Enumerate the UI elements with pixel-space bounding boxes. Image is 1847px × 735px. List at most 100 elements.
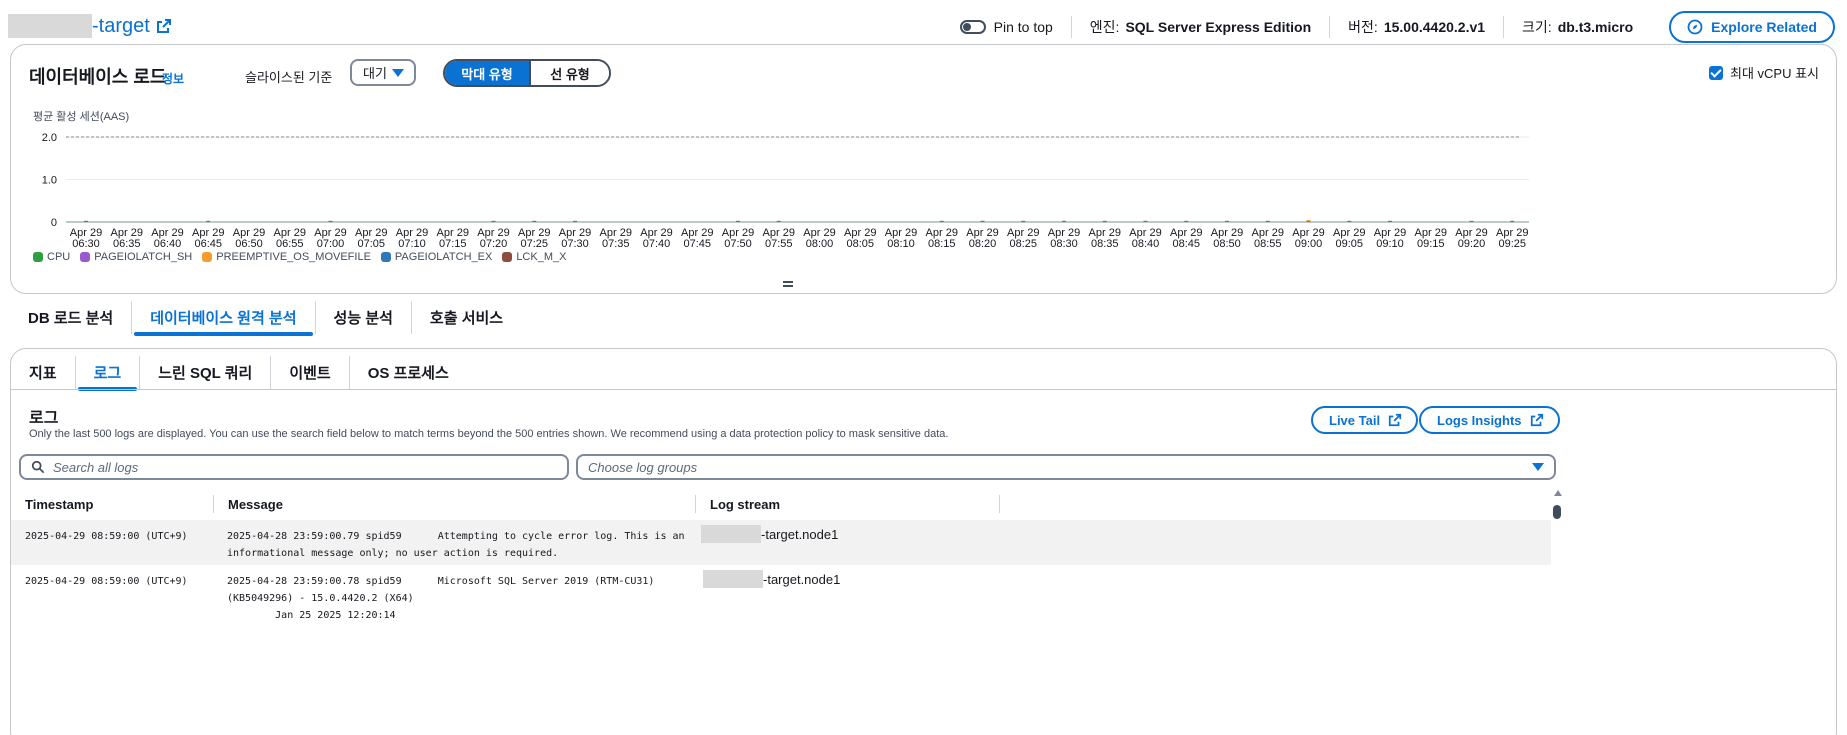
x-tick-label-time: 07:15 xyxy=(439,238,467,250)
instance-title[interactable]: -target xyxy=(8,14,172,38)
redacted-stream-prefix xyxy=(701,525,761,543)
legend-item[interactable]: LCK_M_X xyxy=(502,251,566,263)
x-tick-label-time: 07:20 xyxy=(480,238,508,250)
legend-item[interactable]: PAGEIOLATCH_EX xyxy=(380,251,493,263)
legend-item[interactable]: PREEMPTIVE_OS_MOVEFILE xyxy=(202,251,371,263)
x-tick-label-time: 07:10 xyxy=(398,238,426,250)
legend-label: PAGEIOLATCH_EX xyxy=(394,251,493,263)
x-tick-label-time: 07:50 xyxy=(724,238,752,250)
bar-segment xyxy=(1021,220,1026,222)
legend-item[interactable]: PAGEIOLATCH_SH xyxy=(80,251,192,263)
size-label: 크기: xyxy=(1522,19,1552,35)
bar-segment xyxy=(532,220,537,222)
bar-segment xyxy=(1347,220,1352,222)
search-placeholder: Search all logs xyxy=(53,459,139,475)
x-tick-label-time: 06:45 xyxy=(194,238,222,250)
log-groups-select[interactable]: Choose log groups xyxy=(576,454,1556,480)
tab-slow-sql[interactable]: 느린 SQL 쿼리 xyxy=(139,355,270,389)
tab-logs[interactable]: 로그 xyxy=(74,355,140,391)
tab-db-load-analysis[interactable]: DB 로드 분석 xyxy=(10,301,131,334)
telemetry-tabs: 지표 로그 느린 SQL 쿼리 이벤트 OS 프로세스 xyxy=(11,355,467,391)
instance-title-link[interactable]: -target xyxy=(92,15,172,38)
db-load-chart: 2.01.00Apr 2906:30Apr 2906:35Apr 2906:40… xyxy=(42,132,1529,250)
x-tick-label-time: 07:40 xyxy=(643,238,671,250)
bar-segment xyxy=(491,220,496,222)
x-tick-label-time: 07:35 xyxy=(602,238,630,250)
log-groups-placeholder: Choose log groups xyxy=(588,459,698,475)
bar-segment xyxy=(1306,219,1311,222)
logs-section: 로그 Only the last 500 logs are displayed.… xyxy=(11,389,1836,735)
explore-related-button[interactable]: Explore Related xyxy=(1669,11,1835,43)
legend-item[interactable]: CPU xyxy=(33,251,70,263)
scroll-up-icon[interactable] xyxy=(1554,490,1562,496)
row-log-stream[interactable]: -target.node1 xyxy=(701,525,838,543)
bar-segment xyxy=(939,220,944,222)
instance-title-text[interactable]: -target xyxy=(92,15,150,38)
x-tick-label-time: 08:05 xyxy=(846,238,874,250)
table-row[interactable]: 2025-04-29 08:59:00 (UTC+9) 2025-04-28 2… xyxy=(11,520,1551,565)
redacted-stream-prefix xyxy=(703,570,763,588)
row-log-stream-suffix: -target.node1 xyxy=(763,571,841,587)
x-tick-label-time: 08:50 xyxy=(1213,238,1241,250)
bar-segment xyxy=(84,220,88,222)
search-logs-input[interactable]: Search all logs xyxy=(19,454,569,480)
caret-down-icon xyxy=(1532,463,1544,471)
bar-segment xyxy=(1265,220,1270,222)
bar-segment xyxy=(1062,220,1066,222)
version-info: 버전: 15.00.4420.2.v1 xyxy=(1329,16,1503,38)
column-log-stream[interactable]: Log stream xyxy=(695,495,999,513)
table-row[interactable]: 2025-04-29 08:59:00 (UTC+9) 2025-04-28 2… xyxy=(11,565,1551,635)
x-tick-label-time: 09:10 xyxy=(1376,238,1404,250)
legend-label: CPU xyxy=(47,251,71,263)
tab-os-processes[interactable]: OS 프로세스 xyxy=(348,355,467,389)
bar-segment xyxy=(1225,220,1229,222)
tab-events[interactable]: 이벤트 xyxy=(270,355,348,389)
legend-label: LCK_M_X xyxy=(516,251,567,263)
legend-swatch xyxy=(202,252,213,262)
resize-handle-icon[interactable] xyxy=(783,281,793,289)
x-tick-label-time: 08:35 xyxy=(1091,238,1119,250)
bar-segment xyxy=(1102,220,1107,222)
y-tick-label: 2.0 xyxy=(42,132,57,144)
engine-label: 엔진: xyxy=(1089,19,1120,35)
row-log-stream[interactable]: -target.node1 xyxy=(703,570,840,588)
bar-segment xyxy=(1510,220,1515,222)
legend-swatch xyxy=(502,252,513,262)
telemetry-panel: 지표 로그 느린 SQL 쿼리 이벤트 OS 프로세스 로그 Only the … xyxy=(10,348,1837,735)
legend-label: PAGEIOLATCH_SH xyxy=(94,251,193,263)
pin-to-top-toggle[interactable]: Pin to top xyxy=(942,16,1071,38)
bar-segment xyxy=(1184,220,1189,222)
x-tick-label-time: 08:15 xyxy=(928,238,956,250)
column-message[interactable]: Message xyxy=(213,495,695,513)
row-log-stream-suffix: -target.node1 xyxy=(761,526,839,542)
toggle-switch-icon[interactable] xyxy=(959,20,986,34)
column-spacer xyxy=(999,495,1539,513)
table-scrollbar[interactable] xyxy=(1551,490,1565,730)
bar-segment xyxy=(1143,220,1148,222)
tab-database-telemetry[interactable]: 데이터베이스 원격 분석 xyxy=(131,300,314,336)
x-tick-label-time: 07:25 xyxy=(520,238,548,250)
version-label: 버전: xyxy=(1348,19,1378,35)
scrollbar-thumb[interactable] xyxy=(1553,505,1561,519)
search-icon xyxy=(31,460,45,474)
legend-swatch xyxy=(380,252,391,262)
analysis-tabs: DB 로드 분석 데이터베이스 원격 분석 성능 분석 호출 서비스 xyxy=(10,300,521,336)
tab-metrics[interactable]: 지표 xyxy=(11,356,75,389)
logs-description: Only the last 500 logs are displayed. Yo… xyxy=(29,428,949,440)
tab-performance-analysis[interactable]: 성능 분석 xyxy=(314,300,411,334)
logs-insights-label: Logs Insights xyxy=(1437,412,1522,428)
y-tick-label: 1.0 xyxy=(42,175,57,187)
bar-segment xyxy=(573,220,577,222)
row-message: 2025-04-28 23:59:00.78 spid59 Microsoft … xyxy=(227,576,655,621)
bar-segment xyxy=(328,220,333,222)
column-timestamp[interactable]: Timestamp xyxy=(11,495,213,513)
explore-related-label: Explore Related xyxy=(1711,19,1817,35)
logs-insights-button[interactable]: Logs Insights xyxy=(1419,406,1560,434)
live-tail-button[interactable]: Live Tail xyxy=(1311,406,1419,434)
x-tick-label-time: 09:00 xyxy=(1295,238,1323,250)
x-tick-label-time: 08:20 xyxy=(969,238,997,250)
tab-calling-services[interactable]: 호출 서비스 xyxy=(410,300,521,334)
bar-segment xyxy=(980,220,985,222)
x-tick-label-time: 08:00 xyxy=(806,238,834,250)
x-tick-label-time: 07:00 xyxy=(317,238,345,250)
